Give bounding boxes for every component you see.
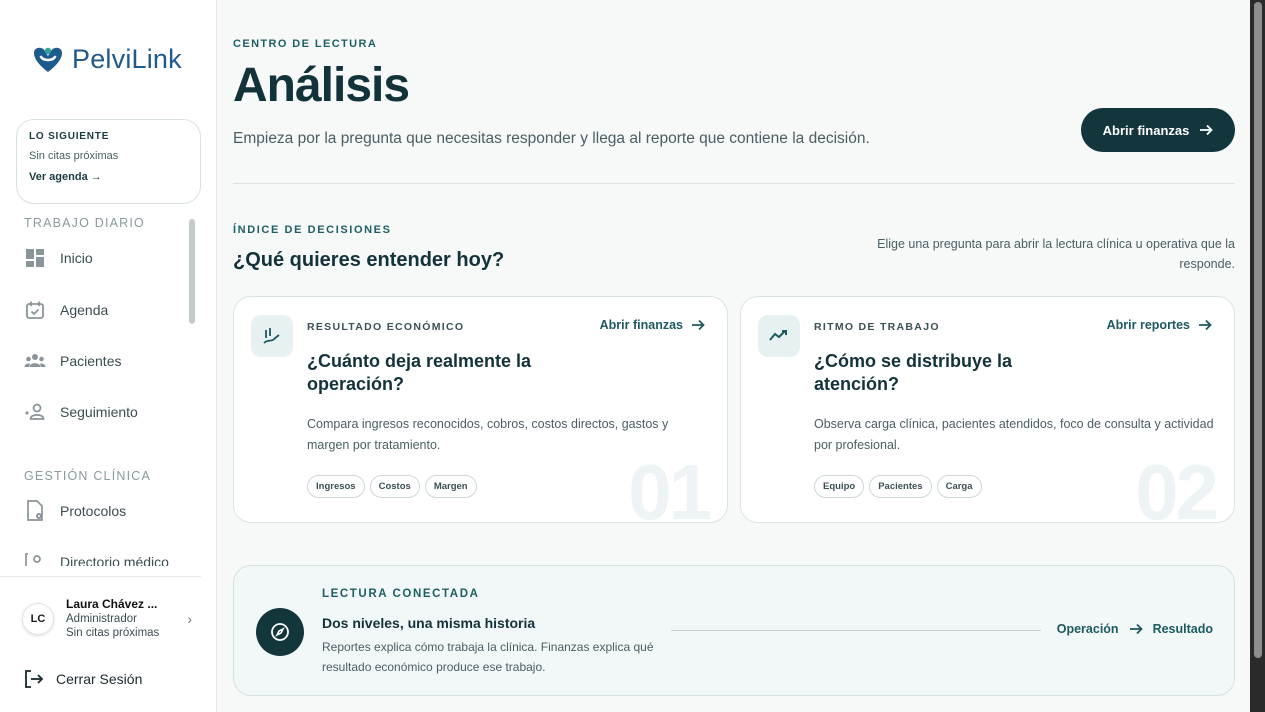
sidebar-item-directorio[interactable]: Directorio médico: [24, 550, 169, 566]
user-status: Sin citas próximas: [66, 627, 160, 640]
tag: Margen: [424, 475, 477, 498]
sidebar-item-label: Agenda: [60, 302, 109, 318]
page-title: Análisis: [233, 59, 410, 112]
sidebar: PelviLink LO SIGUIENTE Sin citas próxima…: [0, 0, 217, 712]
pelvilink-logo-icon: [34, 47, 62, 72]
calendar-check-icon: [24, 299, 46, 321]
decision-card-reports[interactable]: 02 RITMO DE TRABAJO Abrir reportes ¿Cómo…: [740, 296, 1235, 523]
sidebar-item-agenda[interactable]: Agenda: [24, 298, 108, 322]
tag: Pacientes: [869, 475, 932, 498]
next-title: LO SIGUIENTE: [29, 131, 110, 142]
card-link-label: Abrir finanzas: [599, 318, 683, 332]
dashboard-icon: [24, 247, 46, 269]
user-name: Laura Chávez ...: [66, 597, 158, 611]
connected-reading-panel: LECTURA CONECTADA Dos niveles, una misma…: [233, 565, 1235, 696]
sidebar-item-label: Directorio médico: [60, 554, 169, 566]
sidebar-item-label: Seguimiento: [60, 404, 138, 420]
sidebar-divider: [0, 576, 201, 577]
open-reports-link[interactable]: Abrir reportes: [1107, 318, 1212, 332]
next-appointment-card: LO SIGUIENTE Sin citas próximas Ver agen…: [16, 119, 201, 204]
sidebar-item-label: Inicio: [60, 250, 93, 266]
user-follow-icon: [24, 401, 46, 423]
users-icon: [24, 350, 46, 372]
hand-chart-icon: [251, 315, 293, 357]
tag: Equipo: [814, 475, 865, 498]
logout-button[interactable]: Cerrar Sesión: [24, 670, 142, 688]
card-link-label: Abrir reportes: [1106, 318, 1190, 332]
flow-indicator: Operación Resultado: [1057, 622, 1213, 636]
card-description: Observa carga clínica, pacientes atendid…: [814, 417, 1214, 452]
page-scrollbar-thumb[interactable]: [1254, 2, 1262, 658]
connected-title: Dos niveles, una misma historia: [322, 615, 536, 631]
document-gear-icon: [24, 500, 46, 522]
sidebar-item-protocolos[interactable]: Protocolos: [24, 499, 126, 523]
page-subtitle: Empieza por la pregunta que necesitas re…: [233, 130, 870, 147]
page-eyebrow: CENTRO DE LECTURA: [233, 38, 378, 50]
logout-label: Cerrar Sesión: [56, 671, 143, 687]
divider: [233, 183, 1235, 184]
user-role: Administrador: [66, 613, 137, 625]
compass-icon: [256, 608, 304, 656]
directory-icon: [24, 551, 46, 566]
user-profile[interactable]: LC Laura Chávez ... Administrador Sin ci…: [22, 597, 192, 641]
open-finances-link[interactable]: Abrir finanzas: [600, 318, 705, 332]
flow-from: Operación: [1056, 622, 1119, 636]
logo-text: PelviLink: [72, 44, 182, 74]
connected-eyebrow: LECTURA CONECTADA: [322, 588, 480, 600]
card-question: ¿Cuánto deja realmente la operación?: [307, 351, 532, 395]
section-label-clinical: GESTIÓN CLÍNICA: [24, 469, 152, 483]
tag: Costos: [369, 475, 420, 498]
arrow-right-icon: [1129, 623, 1143, 635]
sidebar-item-inicio[interactable]: Inicio: [24, 246, 93, 270]
flow-to: Resultado: [1152, 622, 1213, 636]
sidebar-item-seguimiento[interactable]: Seguimiento: [24, 400, 138, 424]
card-tags: Ingresos Costos Margen: [307, 475, 477, 498]
next-subtitle: Sin citas próximas: [29, 150, 119, 162]
arrow-right-icon: [1199, 319, 1212, 331]
arrow-right-icon: [1200, 124, 1214, 136]
arrow-right-icon: [692, 319, 705, 331]
card-category: RESULTADO ECONÓMICO: [307, 321, 465, 333]
card-description: Compara ingresos reconocidos, cobros, co…: [307, 417, 669, 452]
sidebar-item-pacientes[interactable]: Pacientes: [24, 349, 121, 373]
open-finances-label: Abrir finanzas: [1102, 122, 1190, 138]
tag: Carga: [936, 475, 982, 498]
card-question: ¿Cómo se distribuye la atención?: [814, 351, 1013, 395]
trend-line-icon: [758, 315, 800, 357]
decision-card-finances[interactable]: 01 RESULTADO ECONÓMICO Abrir finanzas ¿C…: [233, 296, 728, 523]
sidebar-item-label: Protocolos: [60, 503, 127, 519]
index-title: ¿Qué quieres entender hoy?: [233, 249, 505, 271]
logo[interactable]: PelviLink: [30, 44, 182, 75]
sidebar-nav[interactable]: TRABAJO DIARIO Inicio Agenda Pacientes S…: [0, 212, 200, 566]
chevron-right-icon: ›: [187, 610, 192, 627]
section-label-daily: TRABAJO DIARIO: [24, 216, 145, 230]
card-number: 02: [1135, 448, 1219, 523]
logout-icon: [25, 670, 44, 688]
connected-description: Reportes explica cómo trabaja la clínica…: [322, 640, 654, 674]
tag: Ingresos: [307, 475, 365, 498]
card-tags: Equipo Pacientes Carga: [814, 475, 982, 498]
connector-line: [671, 630, 1041, 631]
index-help: Elige una pregunta para abrir la lectura…: [877, 237, 1235, 271]
open-finances-button[interactable]: Abrir finanzas: [1081, 108, 1235, 152]
sidebar-item-label: Pacientes: [60, 353, 122, 369]
index-eyebrow: ÍNDICE DE DECISIONES: [233, 224, 392, 236]
view-agenda-link[interactable]: Ver agenda →: [29, 171, 188, 183]
card-category: RITMO DE TRABAJO: [814, 321, 940, 333]
avatar: LC: [22, 602, 54, 635]
main-content: CENTRO DE LECTURA Análisis Empieza por l…: [217, 0, 1250, 712]
sidebar-scrollbar[interactable]: [189, 219, 195, 324]
card-number: 01: [628, 448, 712, 523]
